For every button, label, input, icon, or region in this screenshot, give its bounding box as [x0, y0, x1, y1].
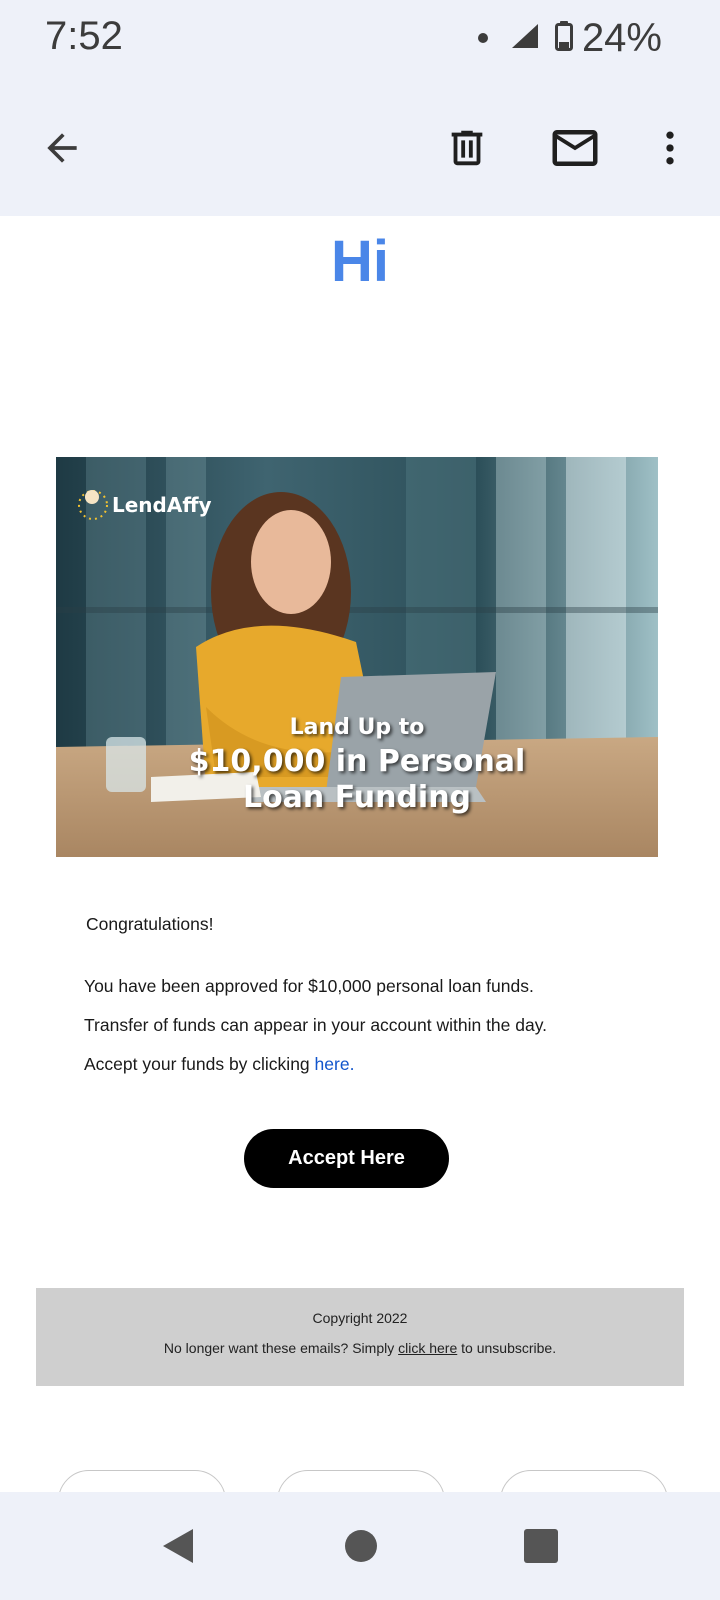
mark-unread-button[interactable]: [543, 116, 607, 180]
nav-recents-button[interactable]: [516, 1521, 566, 1571]
email-greeting: Hi: [331, 229, 389, 294]
status-time: 7:52: [45, 14, 123, 58]
accept-text-prefix: Accept your funds by clicking: [84, 1054, 315, 1074]
reply-all-chip[interactable]: [277, 1470, 445, 1492]
unsubscribe-prefix: No longer want these emails? Simply: [163, 1340, 399, 1356]
battery-percent: 24%: [581, 15, 662, 60]
unsubscribe-suffix: to unsubscribe.: [457, 1340, 557, 1356]
here-link[interactable]: here: [315, 1054, 350, 1074]
nav-recents-icon: [524, 1529, 558, 1563]
banner-headline-line2: $10,000 in Personal: [188, 744, 526, 779]
mail-icon: [552, 130, 598, 166]
nav-back-icon: [163, 1529, 193, 1563]
trash-icon: [451, 130, 483, 166]
congrats-text: Congratulations!: [86, 914, 214, 934]
banner-headline-line3: Loan Funding: [242, 780, 472, 815]
status-icons: 24%: [477, 14, 662, 62]
email-footer: Copyright 2022 No longer want these emai…: [36, 1288, 684, 1386]
battery-icon: [554, 20, 574, 57]
nav-home-icon: [345, 1530, 377, 1562]
email-toolbar: [0, 80, 720, 216]
reply-actions-peek: [0, 1468, 720, 1492]
lendaffy-logo: LendAffy: [76, 485, 212, 525]
delete-button[interactable]: [435, 116, 499, 180]
more-vert-icon: [666, 131, 674, 165]
unsubscribe-link[interactable]: click here: [398, 1340, 457, 1356]
accept-here-button[interactable]: Accept Here: [244, 1129, 449, 1188]
forward-chip[interactable]: [500, 1470, 668, 1492]
system-nav-bar: [0, 1492, 720, 1600]
cell-signal-icon: [510, 22, 540, 55]
approval-text: You have been approved for $10,000 perso…: [84, 976, 534, 996]
banner-headline: Land Up to $10,000 in Personal Loan Fund…: [56, 717, 658, 813]
reply-chip[interactable]: [58, 1470, 226, 1492]
nav-home-button[interactable]: [336, 1521, 386, 1571]
nav-back-button[interactable]: [154, 1521, 204, 1571]
status-bar: 7:52 24%: [0, 0, 720, 80]
transfer-text: Transfer of funds can appear in your acc…: [84, 1015, 548, 1035]
footer-unsubscribe: No longer want these emails? Simply clic…: [36, 1340, 684, 1356]
logo-mark-icon: [78, 490, 108, 520]
promo-banner-image: LendAffy Land Up to $10,000 in Personal …: [56, 457, 658, 857]
logo-text: LendAffy: [112, 493, 212, 517]
more-options-button[interactable]: [638, 116, 702, 180]
back-button[interactable]: [30, 116, 94, 180]
accept-text: Accept your funds by clicking here.: [84, 1054, 354, 1075]
notification-dot-icon: [477, 33, 488, 43]
banner-headline-line1: Land Up to: [289, 715, 425, 740]
accept-text-suffix: .: [349, 1054, 355, 1074]
back-arrow-icon: [47, 133, 77, 163]
footer-copyright: Copyright 2022: [312, 1310, 408, 1326]
